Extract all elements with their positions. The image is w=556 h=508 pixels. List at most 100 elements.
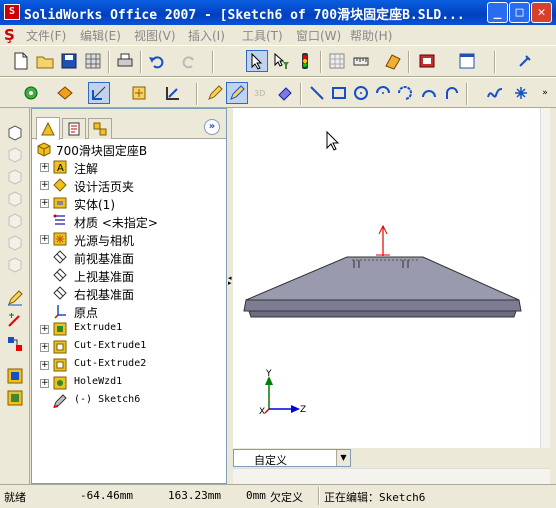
status-bar: 就绪 -64.46mm 163.23mm 0mm 欠定义 正在编辑：Sketch…	[0, 484, 556, 508]
eraser-icon[interactable]	[274, 82, 296, 104]
3pt-arc-icon[interactable]	[418, 82, 440, 104]
menu-tools[interactable]: 工具(T)	[242, 27, 283, 44]
tools-icon[interactable]	[514, 50, 536, 72]
spline-icon[interactable]	[484, 82, 506, 104]
vertical-scrollbar[interactable]	[540, 108, 550, 448]
normal-arrow-icon	[376, 224, 390, 256]
menu-file[interactable]: 文件(F)	[26, 27, 66, 44]
circle-icon[interactable]	[350, 82, 372, 104]
expand-toggle-icon[interactable]: +	[40, 379, 49, 388]
model-top-face[interactable]	[245, 256, 520, 301]
chamfer-icon[interactable]	[4, 254, 26, 274]
3d-sketch-icon[interactable]: 3D	[250, 82, 272, 104]
toolbar-separator	[140, 51, 142, 73]
measure-icon[interactable]	[350, 50, 372, 72]
line-icon[interactable]	[306, 82, 328, 104]
render-icon[interactable]	[416, 50, 438, 72]
tangent-arc-icon[interactable]	[394, 82, 416, 104]
relations-icon[interactable]	[4, 334, 26, 354]
menu-insert[interactable]: 插入(I)	[188, 27, 225, 44]
triad-z-label: Z	[300, 405, 306, 415]
sketch-toolbar: 3D »	[0, 77, 556, 108]
view-orientation-select[interactable]: 自定义 ▼	[233, 449, 351, 467]
expand-toggle-icon[interactable]: +	[40, 235, 49, 244]
add-relation-icon[interactable]	[54, 82, 76, 104]
part-name: 700滑块固定座B	[56, 144, 148, 158]
select-filter-icon[interactable]	[270, 50, 292, 72]
graphics-area[interactable]: Y Z X	[233, 108, 550, 448]
horizontal-scrollbar[interactable]	[233, 468, 550, 484]
expand-toggle-icon[interactable]: +	[40, 361, 49, 370]
toolbar-separator	[408, 51, 410, 73]
tree-item-label: 前视基准面	[74, 252, 135, 266]
cut-extrude-icon	[52, 339, 68, 355]
revolve-icon[interactable]	[4, 144, 26, 164]
sketch-edit-icon[interactable]	[4, 288, 26, 308]
solid-body-icon	[52, 195, 68, 211]
options-grid-icon[interactable]	[82, 50, 104, 72]
redo-icon[interactable]	[178, 50, 200, 72]
convert-entities-icon[interactable]	[162, 82, 184, 104]
tab-property-manager[interactable]	[62, 118, 86, 139]
toolbar-separator	[466, 83, 468, 105]
arc-icon[interactable]	[440, 82, 462, 104]
collapse-panel-button[interactable]: »	[204, 119, 220, 135]
fillet-icon[interactable]	[4, 232, 26, 252]
close-button[interactable]: ✕	[531, 2, 552, 23]
chevron-down-icon[interactable]: ▼	[336, 450, 350, 466]
centerpoint-arc-icon[interactable]	[372, 82, 394, 104]
sweep-icon[interactable]	[4, 166, 26, 186]
toolbar-overflow-icon[interactable]: »	[534, 82, 556, 104]
annotation-icon: A	[52, 159, 68, 175]
model-view[interactable]: Y Z X	[233, 108, 550, 448]
library-icon[interactable]	[382, 50, 404, 72]
expand-toggle-icon[interactable]: +	[40, 181, 49, 190]
instant3d-icon[interactable]	[4, 366, 26, 386]
menu-help[interactable]: 帮助(H)	[350, 27, 392, 44]
solidworks-app-icon[interactable]: S	[4, 4, 20, 20]
tree-item-label: 原点	[74, 306, 99, 320]
grid-icon[interactable]	[326, 50, 348, 72]
open-folder-icon[interactable]	[34, 50, 56, 72]
point-icon[interactable]	[510, 82, 532, 104]
expand-toggle-icon[interactable]: +	[40, 199, 49, 208]
cut-icon[interactable]	[4, 210, 26, 230]
tab-configuration-manager[interactable]	[88, 118, 112, 139]
menu-view[interactable]: 视图(V)	[134, 27, 176, 44]
tree-item-label: Cut-Extrude1	[74, 340, 147, 351]
tree-item-label: 材质 <未指定>	[74, 216, 158, 230]
save-icon[interactable]	[58, 50, 80, 72]
tab-feature-tree[interactable]	[36, 117, 60, 140]
status-y-coord: 163.23mm	[168, 489, 221, 502]
sketch-tool-icon[interactable]	[128, 82, 150, 104]
model-side-face[interactable]	[243, 299, 522, 312]
undo-icon[interactable]	[146, 50, 168, 72]
material-icon	[52, 213, 68, 229]
menu-edit[interactable]: 编辑(E)	[80, 27, 121, 44]
print-icon[interactable]	[114, 50, 136, 72]
extruded-boss-icon[interactable]	[4, 122, 26, 142]
expand-toggle-icon[interactable]: +	[40, 343, 49, 352]
window-layout-icon[interactable]	[456, 50, 478, 72]
new-doc-icon[interactable]	[10, 50, 32, 72]
maximize-button[interactable]: □	[509, 2, 530, 23]
sketch-fillet-icon[interactable]	[88, 82, 110, 104]
select-arrow-icon[interactable]	[246, 50, 268, 72]
smart-dimension-icon[interactable]	[20, 82, 42, 104]
exit-sketch-icon[interactable]	[226, 82, 248, 104]
smart-dim-pencil-icon[interactable]	[4, 310, 26, 330]
expand-toggle-icon[interactable]: +	[40, 163, 49, 172]
tree-item-label: 设计活页夹	[74, 180, 135, 194]
expand-toggle-icon[interactable]: +	[40, 325, 49, 334]
minimize-button[interactable]: _	[487, 2, 508, 23]
rectangle-icon[interactable]	[328, 82, 350, 104]
view-orientation-bar: 自定义 ▼	[233, 448, 550, 468]
tree-item-label: Cut-Extrude2	[74, 358, 147, 369]
solidworks-logo-icon[interactable]: Ş	[4, 26, 22, 44]
splitter-grip-icon[interactable]: ◂ ▸	[228, 275, 232, 298]
menu-window[interactable]: 窗口(W)	[296, 27, 341, 44]
edit-sketch-icon[interactable]	[204, 82, 226, 104]
rebuild-traffic-light-icon[interactable]	[294, 50, 316, 72]
loft-icon[interactable]	[4, 188, 26, 208]
rapid-sketch-icon[interactable]	[4, 388, 26, 408]
